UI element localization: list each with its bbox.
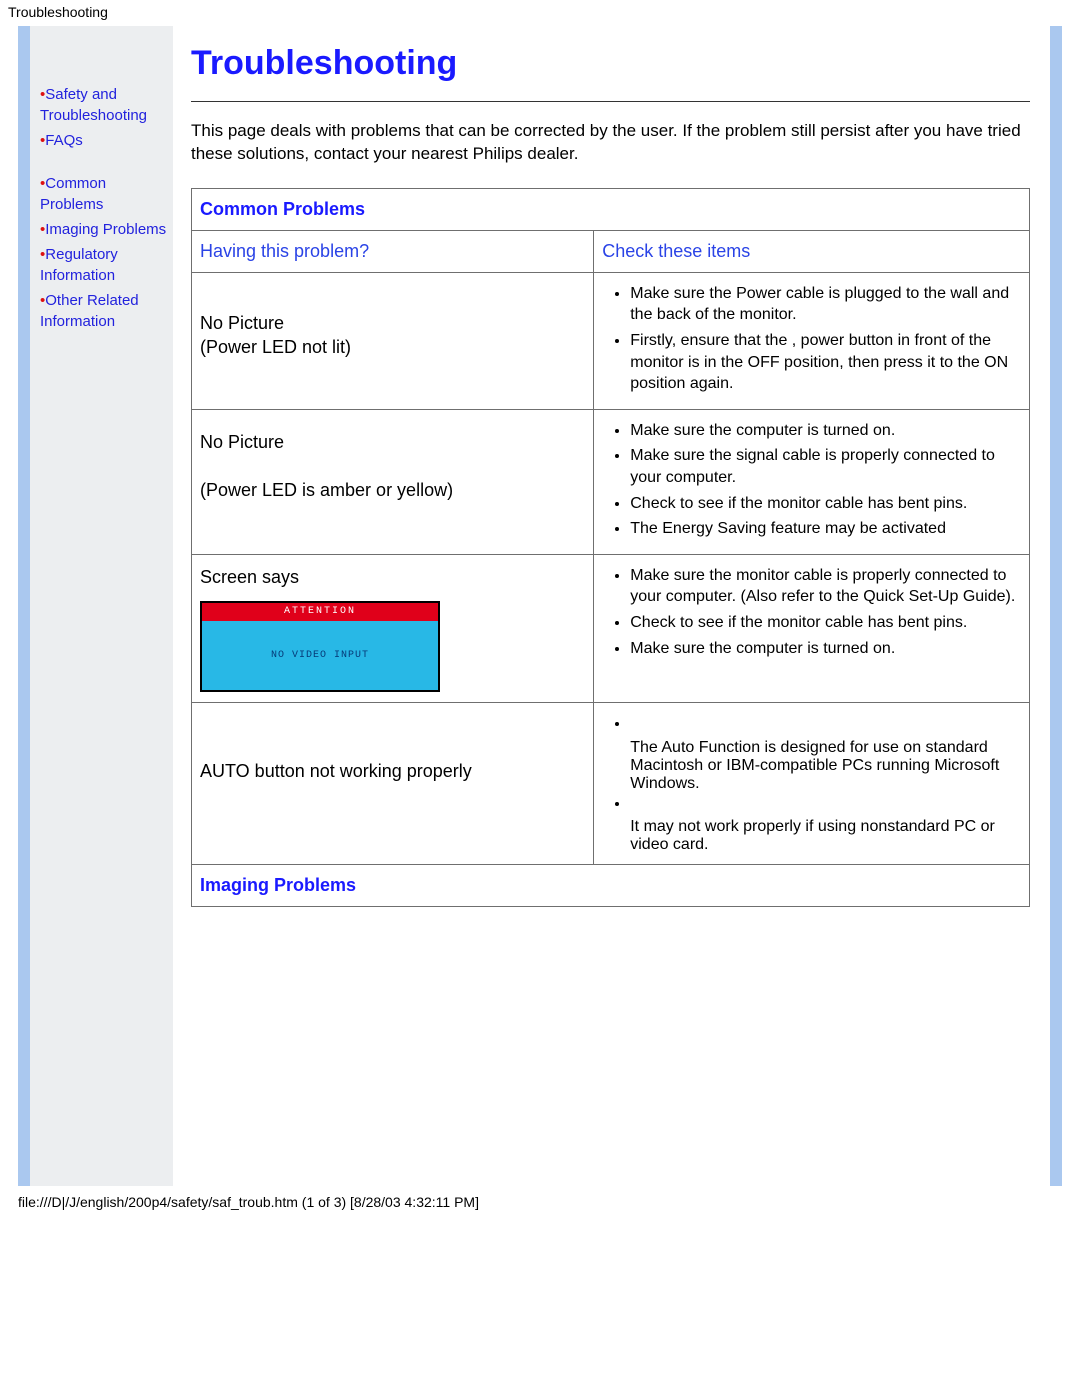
problem-cell: AUTO button not working properly	[192, 703, 594, 865]
sidebar-item-common-problems[interactable]: •Common Problems	[40, 173, 169, 215]
table-row: AUTO button not working properly The Aut…	[192, 703, 1030, 865]
problem-cell: No Picture (Power LED is amber or yellow…	[192, 409, 594, 554]
section-common-problems: Common Problems	[192, 188, 1030, 230]
problem-line: AUTO button not working properly	[200, 761, 472, 781]
check-item: Make sure the signal cable is properly c…	[630, 445, 1021, 488]
problem-line: No Picture	[200, 313, 284, 333]
check-item: Make sure the computer is turned on.	[630, 420, 1021, 442]
check-item: Make sure the monitor cable is properly …	[630, 565, 1021, 608]
monitor-attention-bar: ATTENTION	[202, 603, 438, 621]
sidebar-item-regulatory[interactable]: •Regulatory Information	[40, 244, 169, 286]
divider	[191, 101, 1030, 102]
problem-line: No Picture	[200, 432, 284, 452]
check-item: Firstly, ensure that the , power button …	[630, 330, 1021, 395]
check-cell: Make sure the Power cable is plugged to …	[594, 272, 1030, 409]
sidebar-item-label: Other Related Information	[40, 292, 139, 330]
column-header-problem: Having this problem?	[192, 230, 594, 272]
check-item: Check to see if the monitor cable has be…	[630, 612, 1021, 634]
column-header-check: Check these items	[594, 230, 1030, 272]
sidebar-item-safety[interactable]: •Safety and Troubleshooting	[40, 84, 169, 126]
content-area: Troubleshooting This page deals with pro…	[173, 26, 1050, 1186]
check-cell: Make sure the monitor cable is properly …	[594, 554, 1030, 702]
check-item: The Auto Function is designed for use on…	[602, 739, 1021, 793]
problem-line: Screen says	[200, 567, 299, 587]
check-item: Make sure the computer is turned on.	[630, 638, 1021, 660]
intro-text: This page deals with problems that can b…	[191, 120, 1030, 166]
sidebar-item-label: Common Problems	[40, 175, 106, 213]
check-item: It may not work properly if using nonsta…	[602, 818, 1021, 854]
sidebar: •Safety and Troubleshooting •FAQs •Commo…	[30, 26, 173, 1186]
footer-status: file:///D|/J/english/200p4/safety/saf_tr…	[0, 1186, 1080, 1222]
monitor-body-text: NO VIDEO INPUT	[202, 621, 438, 691]
check-item	[630, 713, 1021, 735]
sidebar-item-label: Regulatory Information	[40, 246, 118, 284]
sidebar-item-faqs[interactable]: •FAQs	[40, 130, 169, 151]
check-item: The Energy Saving feature may be activat…	[630, 518, 1021, 540]
table-row: No Picture (Power LED not lit) Make sure…	[192, 272, 1030, 409]
monitor-message-graphic: ATTENTION NO VIDEO INPUT	[200, 601, 440, 692]
check-item: Check to see if the monitor cable has be…	[630, 493, 1021, 515]
check-cell: The Auto Function is designed for use on…	[594, 703, 1030, 865]
table-row: No Picture (Power LED is amber or yellow…	[192, 409, 1030, 554]
sidebar-item-label: FAQs	[45, 132, 83, 149]
check-cell: Make sure the computer is turned on. Mak…	[594, 409, 1030, 554]
check-item	[630, 793, 1021, 815]
table-row: Screen says ATTENTION NO VIDEO INPUT Mak…	[192, 554, 1030, 702]
sidebar-item-label: Safety and Troubleshooting	[40, 86, 147, 124]
problem-cell: Screen says ATTENTION NO VIDEO INPUT	[192, 554, 594, 702]
problem-line: (Power LED not lit)	[200, 337, 351, 357]
troubleshooting-table: Common Problems Having this problem? Che…	[191, 188, 1030, 907]
problem-cell: No Picture (Power LED not lit)	[192, 272, 594, 409]
section-imaging-problems: Imaging Problems	[192, 865, 1030, 907]
sidebar-item-other-related[interactable]: •Other Related Information	[40, 290, 169, 332]
sidebar-item-label: Imaging Problems	[45, 221, 166, 238]
page-title: Troubleshooting	[191, 44, 1030, 83]
browser-page-label: Troubleshooting	[0, 0, 1080, 26]
page-frame: •Safety and Troubleshooting •FAQs •Commo…	[18, 26, 1062, 1186]
problem-line: (Power LED is amber or yellow)	[200, 480, 453, 500]
check-item: Make sure the Power cable is plugged to …	[630, 283, 1021, 326]
sidebar-item-imaging-problems[interactable]: •Imaging Problems	[40, 219, 169, 240]
